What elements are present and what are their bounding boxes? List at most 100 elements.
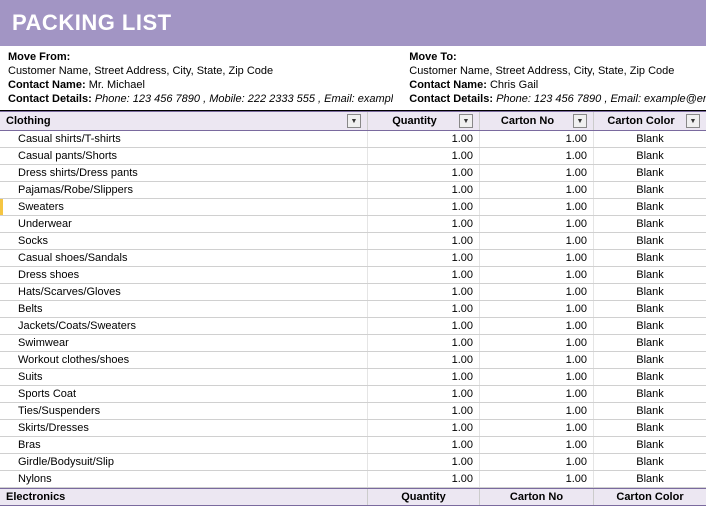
cell-color[interactable]: Blank [594,250,706,266]
table-row[interactable]: Casual shoes/Sandals1.001.00Blank [0,250,706,267]
cell-item[interactable]: Ties/Suspenders [0,403,368,419]
table-row[interactable]: Underwear1.001.00Blank [0,216,706,233]
cell-carton[interactable]: 1.00 [480,437,594,453]
cell-item[interactable]: Nylons [0,471,368,487]
cell-color[interactable]: Blank [594,182,706,198]
table-row[interactable]: Dress shoes1.001.00Blank [0,267,706,284]
cell-quantity[interactable]: 1.00 [368,199,480,215]
table-row[interactable]: Dress shirts/Dress pants1.001.00Blank [0,165,706,182]
column-header-color[interactable]: Carton Color ▼ [594,112,706,130]
table-row[interactable]: Suits1.001.00Blank [0,369,706,386]
table-row[interactable]: Casual shirts/T-shirts1.001.00Blank [0,131,706,148]
table-row[interactable]: Workout clothes/shoes1.001.00Blank [0,352,706,369]
table-row[interactable]: Sweaters1.001.00Blank [0,199,706,216]
cell-quantity[interactable]: 1.00 [368,284,480,300]
cell-carton[interactable]: 1.00 [480,454,594,470]
cell-carton[interactable]: 1.00 [480,420,594,436]
filter-dropdown-icon[interactable]: ▼ [347,114,361,128]
cell-color[interactable]: Blank [594,199,706,215]
filter-dropdown-icon[interactable]: ▼ [686,114,700,128]
cell-quantity[interactable]: 1.00 [368,335,480,351]
cell-item[interactable]: Dress shoes [0,267,368,283]
cell-color[interactable]: Blank [594,131,706,147]
cell-item[interactable]: Socks [0,233,368,249]
cell-carton[interactable]: 1.00 [480,165,594,181]
cell-item[interactable]: Belts [0,301,368,317]
table-row[interactable]: Jackets/Coats/Sweaters1.001.00Blank [0,318,706,335]
cell-quantity[interactable]: 1.00 [368,301,480,317]
table-row[interactable]: Pajamas/Robe/Slippers1.001.00Blank [0,182,706,199]
cell-color[interactable]: Blank [594,386,706,402]
cell-quantity[interactable]: 1.00 [368,471,480,487]
cell-quantity[interactable]: 1.00 [368,386,480,402]
table-row[interactable]: Skirts/Dresses1.001.00Blank [0,420,706,437]
cell-quantity[interactable]: 1.00 [368,131,480,147]
table-row[interactable]: Belts1.001.00Blank [0,301,706,318]
cell-color[interactable]: Blank [594,267,706,283]
cell-carton[interactable]: 1.00 [480,131,594,147]
cell-item[interactable]: Dress shirts/Dress pants [0,165,368,181]
cell-item[interactable]: Pajamas/Robe/Slippers [0,182,368,198]
cell-item[interactable]: Underwear [0,216,368,232]
table-row[interactable]: Ties/Suspenders1.001.00Blank [0,403,706,420]
table-row[interactable]: Bras1.001.00Blank [0,437,706,454]
cell-quantity[interactable]: 1.00 [368,454,480,470]
cell-item[interactable]: Sweaters [0,199,368,215]
cell-item[interactable]: Girdle/Bodysuit/Slip [0,454,368,470]
cell-color[interactable]: Blank [594,318,706,334]
cell-quantity[interactable]: 1.00 [368,216,480,232]
cell-color[interactable]: Blank [594,369,706,385]
column-header-color[interactable]: Carton Color [594,489,706,505]
table-row[interactable]: Swimwear1.001.00Blank [0,335,706,352]
cell-quantity[interactable]: 1.00 [368,148,480,164]
table-row[interactable]: Nylons1.001.00Blank [0,471,706,488]
cell-color[interactable]: Blank [594,148,706,164]
cell-carton[interactable]: 1.00 [480,471,594,487]
cell-color[interactable]: Blank [594,403,706,419]
cell-item[interactable]: Skirts/Dresses [0,420,368,436]
cell-quantity[interactable]: 1.00 [368,318,480,334]
cell-carton[interactable]: 1.00 [480,284,594,300]
table-row[interactable]: Girdle/Bodysuit/Slip1.001.00Blank [0,454,706,471]
cell-quantity[interactable]: 1.00 [368,420,480,436]
column-header-quantity[interactable]: Quantity [368,489,480,505]
cell-carton[interactable]: 1.00 [480,386,594,402]
cell-carton[interactable]: 1.00 [480,335,594,351]
cell-carton[interactable]: 1.00 [480,369,594,385]
cell-item[interactable]: Sports Coat [0,386,368,402]
cell-item[interactable]: Casual shirts/T-shirts [0,131,368,147]
cell-quantity[interactable]: 1.00 [368,165,480,181]
cell-carton[interactable]: 1.00 [480,403,594,419]
cell-carton[interactable]: 1.00 [480,199,594,215]
cell-color[interactable]: Blank [594,301,706,317]
cell-carton[interactable]: 1.00 [480,182,594,198]
cell-color[interactable]: Blank [594,165,706,181]
cell-carton[interactable]: 1.00 [480,233,594,249]
cell-carton[interactable]: 1.00 [480,318,594,334]
cell-color[interactable]: Blank [594,454,706,470]
table-row[interactable]: Hats/Scarves/Gloves1.001.00Blank [0,284,706,301]
table-row[interactable]: Socks1.001.00Blank [0,233,706,250]
cell-item[interactable]: Swimwear [0,335,368,351]
cell-color[interactable]: Blank [594,352,706,368]
cell-carton[interactable]: 1.00 [480,148,594,164]
cell-item[interactable]: Bras [0,437,368,453]
cell-item[interactable]: Jackets/Coats/Sweaters [0,318,368,334]
cell-color[interactable]: Blank [594,437,706,453]
cell-item[interactable]: Casual shoes/Sandals [0,250,368,266]
cell-item[interactable]: Suits [0,369,368,385]
cell-carton[interactable]: 1.00 [480,216,594,232]
cell-item[interactable]: Casual pants/Shorts [0,148,368,164]
cell-color[interactable]: Blank [594,335,706,351]
table-row[interactable]: Sports Coat1.001.00Blank [0,386,706,403]
cell-item[interactable]: Hats/Scarves/Gloves [0,284,368,300]
cell-carton[interactable]: 1.00 [480,250,594,266]
filter-dropdown-icon[interactable]: ▼ [573,114,587,128]
cell-quantity[interactable]: 1.00 [368,182,480,198]
cell-carton[interactable]: 1.00 [480,301,594,317]
column-header-item[interactable]: Electronics [0,489,368,505]
cell-quantity[interactable]: 1.00 [368,437,480,453]
cell-carton[interactable]: 1.00 [480,267,594,283]
cell-carton[interactable]: 1.00 [480,352,594,368]
cell-color[interactable]: Blank [594,284,706,300]
